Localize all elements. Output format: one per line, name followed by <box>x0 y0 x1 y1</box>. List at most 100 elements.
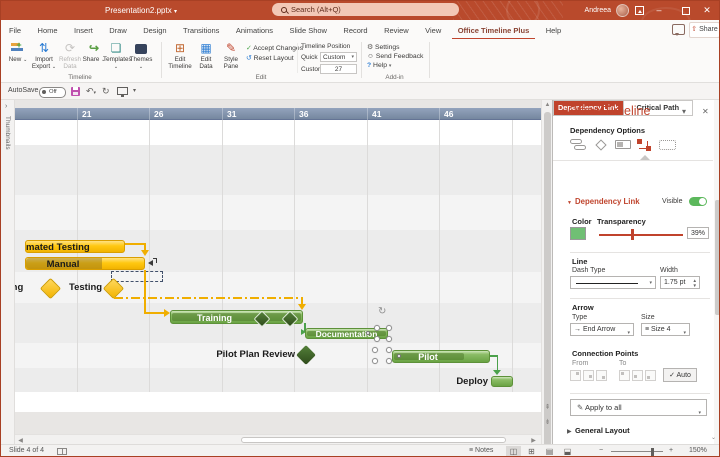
task-bar-training[interactable]: Training <box>170 310 303 324</box>
auto-toggle-button[interactable]: ✓ Auto <box>663 368 697 382</box>
close-icon[interactable]: ✕ <box>702 107 709 116</box>
tab-help[interactable]: Help <box>540 21 567 40</box>
account-name[interactable]: Andreea Alexandrov <box>549 1 611 20</box>
comments-icon[interactable] <box>672 24 685 35</box>
style-pane-button[interactable]: ✎ Style Pane <box>219 41 243 70</box>
custom-position-input[interactable]: 27 <box>320 64 357 74</box>
option-dependency-icon-selected[interactable] <box>637 139 653 151</box>
expand-triangle-icon[interactable]: ▶ <box>567 428 572 435</box>
slide-indicator[interactable]: Slide 4 of 4 <box>9 445 44 457</box>
scrollbar-thumb[interactable] <box>715 200 720 315</box>
send-feedback-button[interactable]: ☺ Send Feedback <box>367 52 423 61</box>
accept-changes-button[interactable]: ✓ Accept Changes <box>246 44 303 53</box>
task-bar-pilot[interactable]: Pilot <box>392 350 490 363</box>
undo-icon[interactable]: ↶▾ <box>86 83 96 99</box>
task-bar-deploy[interactable] <box>491 376 513 387</box>
start-slideshow-icon[interactable] <box>117 87 128 95</box>
reset-layout-button[interactable]: ↺ Reset Layout <box>246 54 294 63</box>
edit-data-button[interactable]: ▦ Edit Data <box>194 41 218 70</box>
settings-button[interactable]: ⚙ Settings <box>367 43 400 52</box>
tab-draw[interactable]: Draw <box>103 21 133 40</box>
spell-check-icon[interactable] <box>57 448 67 455</box>
slideshow-button[interactable]: ⬓ <box>560 446 575 457</box>
slide-horizontal-scrollbar[interactable]: ◀ ▶ <box>15 434 541 444</box>
tab-slide-show[interactable]: Slide Show <box>283 21 333 40</box>
dependency-line[interactable] <box>144 270 146 314</box>
width-stepper[interactable]: 1.75 pt ▲▼ <box>660 276 700 289</box>
selection-handle[interactable] <box>372 347 378 353</box>
rotation-handle-icon[interactable]: ↻ <box>378 306 386 317</box>
tab-home[interactable]: Home <box>32 21 64 40</box>
scrollbar-thumb[interactable] <box>241 437 506 443</box>
connection-point-to-top[interactable] <box>619 370 630 381</box>
selection-handle[interactable] <box>386 336 392 342</box>
general-layout-header[interactable]: General Layout <box>575 426 630 435</box>
option-taskbars-icon[interactable] <box>570 139 588 151</box>
tab-view[interactable]: View <box>419 21 447 40</box>
themes-button[interactable]: Themes ⌄ <box>128 41 154 71</box>
quick-select[interactable]: Custom▾ <box>320 52 357 62</box>
tab-review[interactable]: Review <box>378 21 415 40</box>
search-input[interactable]: Search (Alt+Q) <box>272 3 459 16</box>
new-button[interactable]: + New ⌄ <box>5 41 31 64</box>
tab-record[interactable]: Record <box>337 21 373 40</box>
edit-timeline-button[interactable]: ⊞ Edit Timeline <box>167 41 193 70</box>
selection-handle[interactable] <box>386 325 392 331</box>
zoom-level[interactable]: 150% <box>689 445 707 457</box>
arrow-size-select[interactable]: ≡ Size 4 ▾ <box>641 323 690 336</box>
notes-button[interactable]: ≡ Notes <box>469 445 493 457</box>
refresh-data-button[interactable]: ⟳ Refresh Data <box>57 41 83 70</box>
option-rowbar-icon[interactable] <box>615 139 633 151</box>
scroll-left-icon[interactable]: ◀ <box>15 437 26 444</box>
customize-qat-icon[interactable]: ▾ <box>133 83 136 99</box>
dependency-line[interactable] <box>301 297 303 304</box>
slide-canvas[interactable]: 21 26 31 36 41 46 mated Testing Manual <box>15 108 541 412</box>
arrow-type-select[interactable]: → End Arrow ▾ <box>570 323 634 336</box>
timescale-band[interactable]: 21 26 31 36 41 46 <box>15 108 541 120</box>
dependency-line[interactable] <box>144 243 146 250</box>
tab-design[interactable]: Design <box>137 21 172 40</box>
zoom-slider-track[interactable] <box>611 451 663 452</box>
apply-to-all-button[interactable]: ✎ Apply to all ▾ <box>570 399 707 416</box>
ribbon-display-options-icon[interactable] <box>635 6 644 15</box>
connection-point-to-mid[interactable] <box>632 370 643 381</box>
tab-animations[interactable]: Animations <box>230 21 279 40</box>
avatar[interactable] <box>616 4 629 17</box>
chevron-down-icon[interactable]: ▾ <box>682 107 686 116</box>
scroll-down-icon[interactable]: ⌄ <box>711 434 716 441</box>
zoom-out-button[interactable]: − <box>599 445 603 457</box>
redo-icon[interactable]: ↻ <box>102 83 110 99</box>
tab-insert[interactable]: Insert <box>68 21 99 40</box>
document-title[interactable]: Presentation2.pptx ▾ <box>105 1 177 20</box>
autosave-toggle[interactable]: Off <box>39 87 66 98</box>
zoom-in-button[interactable]: + <box>669 445 673 457</box>
connection-point-from-top[interactable] <box>570 370 581 381</box>
option-milestone-icon[interactable] <box>595 139 609 151</box>
dependency-line[interactable] <box>144 312 164 314</box>
dash-type-select[interactable]: ▾ <box>570 276 656 289</box>
dependency-line-green[interactable] <box>497 355 499 370</box>
visible-toggle[interactable] <box>689 197 707 206</box>
transparency-slider-thumb[interactable] <box>631 229 634 240</box>
reading-view-button[interactable]: ▤ <box>542 446 557 457</box>
import-export-button[interactable]: ⇅ Import Export ⌄ <box>31 41 57 71</box>
slide-sorter-view-button[interactable]: ⊞ <box>524 446 539 457</box>
normal-view-button[interactable]: ◫ <box>506 446 521 457</box>
share-button[interactable]: ⇧ Share <box>689 22 720 38</box>
dependency-line[interactable] <box>125 243 146 245</box>
collapse-triangle-icon[interactable]: ▼ <box>567 200 572 206</box>
close-button[interactable]: ✕ <box>700 1 714 20</box>
dependency-dashdot-line[interactable] <box>114 297 302 299</box>
tab-transitions[interactable]: Transitions <box>177 21 225 40</box>
connection-point-from-bottom[interactable] <box>596 370 607 381</box>
maximize-button[interactable] <box>682 7 690 15</box>
minimize-button[interactable]: – <box>652 1 666 20</box>
panel-scrollbar[interactable] <box>714 100 720 444</box>
transparency-slider-track[interactable] <box>599 234 683 236</box>
selection-handle[interactable] <box>374 336 380 342</box>
scroll-right-icon[interactable]: ▶ <box>528 437 539 444</box>
tab-office-timeline-plus[interactable]: Office Timeline Plus <box>452 21 536 40</box>
selection-handle[interactable] <box>374 325 380 331</box>
save-icon[interactable] <box>71 87 80 96</box>
selection-handle[interactable] <box>372 358 378 364</box>
